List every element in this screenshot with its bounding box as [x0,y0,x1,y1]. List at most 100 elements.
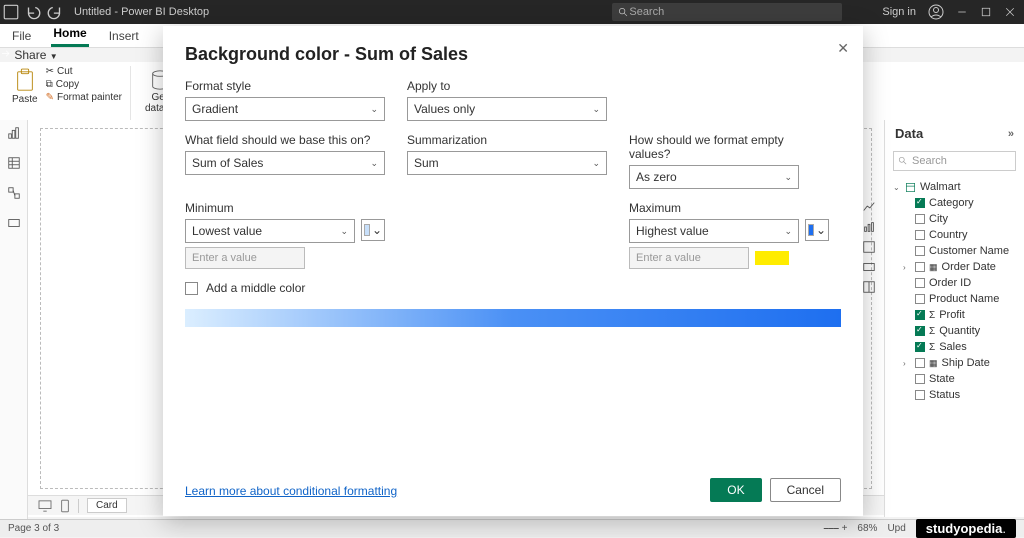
ok-button[interactable]: OK [710,478,761,502]
field-item[interactable]: ΣQuantity [891,323,1018,339]
summarization-select[interactable]: Sum⌄ [407,151,607,175]
report-view-icon[interactable] [7,126,21,140]
collapse-icon[interactable]: » [1008,128,1014,140]
data-pane-title: Data [895,126,923,141]
zoom-level: 68% [857,523,877,534]
checkbox-icon [915,310,925,320]
cut-button[interactable]: ✂Cut [46,66,122,77]
close-icon[interactable] [1004,6,1016,18]
sigma-icon: Σ [929,342,935,353]
minimum-color-picker[interactable]: ⌄ [361,219,385,241]
field-item[interactable]: Status [891,387,1018,403]
desktop-layout-icon[interactable] [38,500,52,512]
search-icon [618,7,629,18]
checkbox-icon [915,262,925,272]
field-label: Profit [939,309,965,321]
field-label: Customer Name [929,245,1009,257]
checkbox-icon [915,214,925,224]
maximum-color-picker[interactable]: ⌄ [805,219,829,241]
maximum-label: Maximum [629,201,829,215]
field-item[interactable]: State [891,371,1018,387]
maximum-value-input[interactable]: Enter a value [629,247,749,269]
summarization-label: Summarization [407,133,607,147]
undo-icon[interactable] [24,3,42,21]
minimize-icon[interactable] [956,6,968,18]
titlebar: Untitled - Power BI Desktop Search Sign … [0,0,1024,24]
table-icon[interactable] [862,240,876,254]
field-item[interactable]: Order ID [891,275,1018,291]
chevron-down-icon: ⌄ [372,223,382,237]
format-painter-button[interactable]: ✎Format painter [46,92,122,103]
visual-icons-strip [862,200,882,294]
chevron-down-icon: ⌄ [340,226,348,237]
field-item[interactable]: Product Name [891,291,1018,307]
card-icon[interactable] [862,260,876,274]
mobile-layout-icon[interactable] [60,499,70,513]
cancel-button[interactable]: Cancel [770,478,841,502]
field-item[interactable]: City [891,211,1018,227]
tab-home[interactable]: Home [51,22,88,47]
minimum-select[interactable]: Lowest value⌄ [185,219,355,243]
calendar-icon: ▦ [929,358,938,369]
format-style-select[interactable]: Gradient⌄ [185,97,385,121]
checkbox-icon [185,282,198,295]
base-field-label: What field should we base this on? [185,133,385,147]
field-item[interactable]: ›▦Ship Date [891,355,1018,371]
search-icon [898,156,908,166]
chevron-down-icon: ⌄ [816,223,826,237]
brush-icon: ✎ [46,92,54,103]
chevron-down-icon: ⌄ [370,104,378,115]
paste-button[interactable]: Paste [8,66,42,107]
tab-insert[interactable]: Insert [107,25,141,47]
line-chart-icon[interactable] [862,200,876,214]
base-field-select[interactable]: Sum of Sales⌄ [185,151,385,175]
field-label: State [929,373,955,385]
field-item[interactable]: Category [891,195,1018,211]
model-view-icon[interactable] [7,186,21,200]
redo-icon[interactable] [46,3,64,21]
data-search-input[interactable]: Search [893,151,1016,171]
table-walmart[interactable]: ⌄ Walmart [891,179,1018,195]
field-item[interactable]: Σ Profit [891,307,1018,323]
checkbox-icon [915,198,925,208]
checkbox-icon [915,326,925,336]
update-label: Upd [887,523,905,534]
maximize-icon[interactable] [980,6,992,18]
chevron-down-icon: ⌄ [592,104,600,115]
app-title: Untitled - Power BI Desktop [74,6,209,18]
user-icon[interactable] [928,4,944,20]
dialog-close-button[interactable]: ✕ [837,40,849,57]
highlight-box [755,251,789,265]
field-item[interactable]: ΣSales [891,339,1018,355]
field-item[interactable]: Customer Name [891,243,1018,259]
empty-values-select[interactable]: As zero⌄ [629,165,799,189]
titlebar-search[interactable]: Search [612,3,842,21]
add-middle-color-checkbox[interactable]: Add a middle color [185,281,841,295]
apply-to-select[interactable]: Values only⌄ [407,97,607,121]
search-placeholder: Search [629,6,664,18]
field-label: Country [929,229,968,241]
field-label: Status [929,389,960,401]
copy-icon: ⧉ [46,79,53,90]
dax-view-icon[interactable] [7,216,21,230]
page-tab-card[interactable]: Card [87,498,127,513]
minimum-value-input[interactable]: Enter a value [185,247,305,269]
field-label: Ship Date [942,357,990,369]
field-item[interactable]: ›▦Order Date [891,259,1018,275]
learn-more-link[interactable]: Learn more about conditional formatting [185,484,397,498]
copy-button[interactable]: ⧉Copy [46,79,122,90]
signin-link[interactable]: Sign in [882,6,916,18]
field-label: Quantity [939,325,980,337]
field-item[interactable]: Country [891,227,1018,243]
maximum-select[interactable]: Highest value⌄ [629,219,799,243]
cut-icon: ✂ [46,66,54,77]
bar-chart-icon[interactable] [862,220,876,234]
matrix-icon[interactable] [862,280,876,294]
sigma-icon: Σ [929,310,935,321]
save-icon[interactable] [2,3,20,21]
data-view-icon[interactable] [7,156,21,170]
gradient-preview [185,309,841,327]
field-tree: ⌄ Walmart CategoryCity Country Customer Na… [885,175,1024,407]
minimum-label: Minimum [185,201,385,215]
tab-file[interactable]: File [10,25,33,47]
